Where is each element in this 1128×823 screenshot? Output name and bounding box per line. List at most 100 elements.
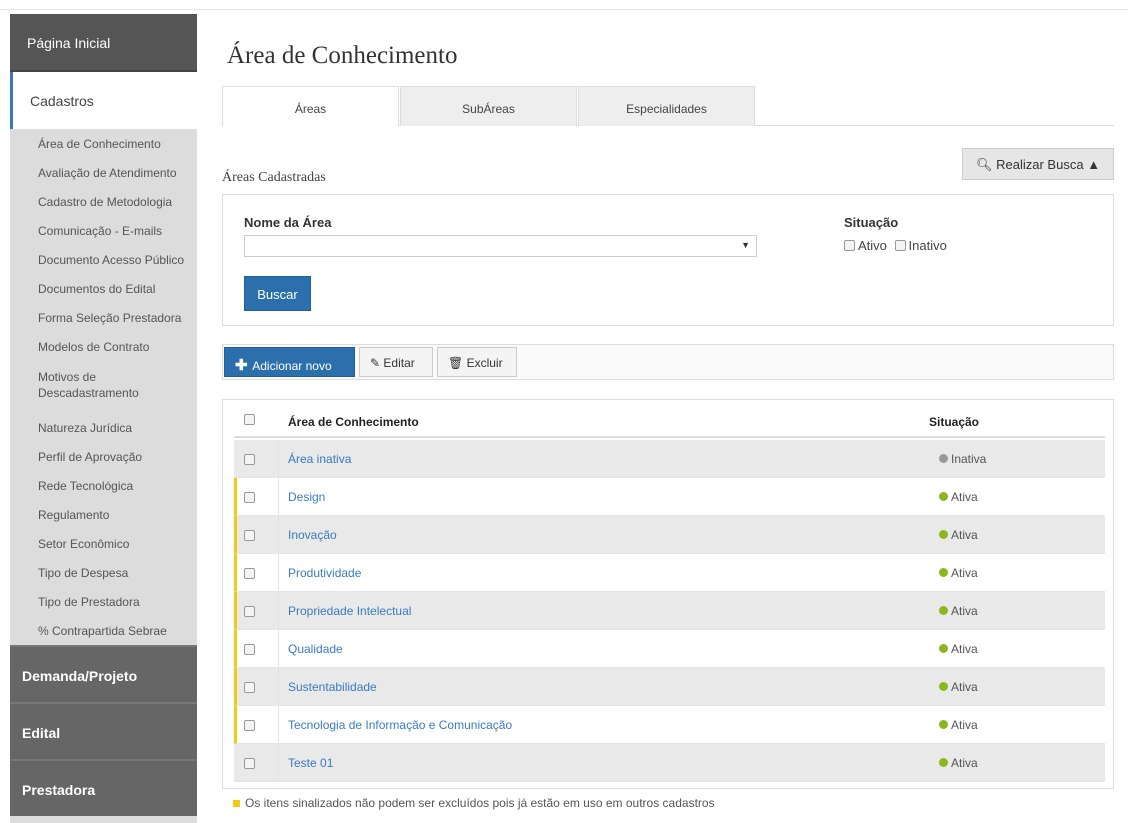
- sidebar-subitem-tipo-despesa[interactable]: Tipo de Despesa: [10, 558, 197, 587]
- sidebar-subitem-perfil-aprovacao[interactable]: Perfil de Aprovação: [10, 442, 197, 471]
- search-toggle-button[interactable]: 🔍︎ Realizar Busca ▲: [962, 148, 1114, 180]
- row-divider: [278, 516, 279, 554]
- row-status-text: Ativa: [951, 680, 978, 694]
- table-row[interactable]: Inovação Ativa: [234, 516, 1105, 554]
- add-new-label: Adicionar novo: [252, 359, 332, 373]
- row-area-name-link[interactable]: Área inativa: [288, 452, 351, 466]
- row-status-text: Ativa: [951, 642, 978, 656]
- row-area-name-link[interactable]: Produtividade: [288, 566, 361, 580]
- table-row[interactable]: Tecnologia de Informação e Comunicação At…: [234, 706, 1105, 744]
- status-dot-icon: [939, 492, 948, 501]
- sidebar-subitem-metodologia[interactable]: Cadastro de Metodologia: [10, 187, 197, 216]
- sidebar-subitem-natureza-juridica[interactable]: Natureza Jurídica: [10, 413, 197, 442]
- status-label: Situação: [844, 215, 899, 230]
- sidebar-item-prestadora[interactable]: Prestadora: [10, 759, 197, 816]
- row-status-text: Ativa: [951, 566, 978, 580]
- row-area-name-link[interactable]: Teste 01: [288, 756, 333, 770]
- row-status: Ativa: [939, 756, 978, 770]
- sidebar-subitem-modelos-contrato[interactable]: Modelos de Contrato: [10, 332, 197, 361]
- caret-down-icon: ▼: [741, 240, 750, 250]
- row-area-name-link[interactable]: Propriedade Intelectual: [288, 604, 411, 618]
- sidebar-subitem-documento-acesso[interactable]: Documento Acesso Público: [10, 245, 197, 274]
- table-row[interactable]: Propriedade Intelectual Ativa: [234, 592, 1105, 630]
- footnote-text: Os itens sinalizados não podem ser exclu…: [245, 796, 715, 810]
- column-header-area: Área de Conhecimento: [288, 415, 419, 429]
- table-row[interactable]: Produtividade Ativa: [234, 554, 1105, 592]
- areas-table: Área de Conhecimento Situação Área inati…: [222, 399, 1114, 789]
- row-divider: [278, 744, 279, 782]
- sidebar-subitem-contrapartida[interactable]: % Contrapartida Sebrae: [10, 616, 197, 645]
- sidebar-subitem-comunicacao[interactable]: Comunicação - E-mails: [10, 216, 197, 245]
- search-button[interactable]: Buscar: [244, 276, 311, 311]
- row-checkbox[interactable]: [244, 720, 255, 731]
- plus-icon: ✚: [235, 357, 248, 374]
- row-checkbox[interactable]: [244, 454, 255, 465]
- sidebar-subitem-documentos-edital[interactable]: Documentos do Edital: [10, 274, 197, 303]
- row-area-name-link[interactable]: Qualidade: [288, 642, 343, 656]
- row-area-name-link[interactable]: Design: [288, 490, 325, 504]
- row-checkbox[interactable]: [244, 568, 255, 579]
- status-dot-icon: [939, 530, 948, 539]
- top-bar: [0, 0, 1128, 10]
- sidebar-subitem-regulamento[interactable]: Regulamento: [10, 500, 197, 529]
- sidebar-subitem-rede-tecnologica[interactable]: Rede Tecnológica: [10, 471, 197, 500]
- select-all-checkbox[interactable]: [244, 414, 255, 425]
- column-header-status: Situação: [929, 415, 980, 429]
- sidebar-item-edital[interactable]: Edital: [10, 702, 197, 759]
- add-new-button[interactable]: ✚ Adicionar novo: [224, 347, 355, 377]
- row-checkbox[interactable]: [244, 758, 255, 769]
- tab-subareas[interactable]: SubÁreas: [400, 86, 577, 126]
- row-divider: [278, 630, 279, 668]
- row-area-name-link[interactable]: Sustentabilidade: [288, 680, 377, 694]
- row-status: Ativa: [939, 718, 978, 732]
- row-status-text: Ativa: [951, 528, 978, 542]
- sidebar-subitem-motivos[interactable]: Motivos de Descadastramento: [10, 361, 197, 413]
- row-status: Ativa: [939, 642, 978, 656]
- row-area-name-link[interactable]: Tecnologia de Informação e Comunicação: [288, 718, 512, 732]
- row-checkbox[interactable]: [244, 682, 255, 693]
- sidebar-subitem-area-conhecimento[interactable]: Área de Conhecimento: [10, 129, 197, 158]
- tab-bar: Áreas SubÁreas Especialidades: [222, 86, 1114, 127]
- sidebar-subitem-setor-economico[interactable]: Setor Econômico: [10, 529, 197, 558]
- sidebar-subitem-forma-selecao[interactable]: Forma Seleção Prestadora: [10, 303, 197, 332]
- filter-panel: Nome da Área ▼ Situação Ativo Inativo Bu…: [222, 194, 1114, 326]
- table-row[interactable]: Teste 01 Ativa: [234, 744, 1105, 782]
- row-status: Ativa: [939, 528, 978, 542]
- row-area-name-link[interactable]: Inovação: [288, 528, 337, 542]
- table-row[interactable]: Área inativa Inativa: [234, 440, 1105, 478]
- edit-button[interactable]: ✎ Editar: [359, 347, 433, 377]
- inactive-checkbox[interactable]: [894, 240, 906, 251]
- sidebar-item-cadastros[interactable]: Cadastros: [10, 72, 197, 129]
- status-dot-icon: [939, 720, 948, 729]
- row-divider: [278, 706, 279, 744]
- sidebar-subitem-tipo-prestadora[interactable]: Tipo de Prestadora: [10, 587, 197, 616]
- row-checkbox[interactable]: [244, 530, 255, 541]
- in-use-marker-legend: [233, 800, 240, 807]
- row-status-text: Inativa: [951, 452, 987, 466]
- status-dot-icon: [939, 568, 948, 577]
- row-checkbox[interactable]: [244, 644, 255, 655]
- sidebar-item-demanda-projeto[interactable]: Demanda/Projeto: [10, 645, 197, 702]
- row-divider: [278, 478, 279, 516]
- active-checkbox-label: Ativo: [858, 238, 887, 253]
- row-status: Ativa: [939, 680, 978, 694]
- table-row[interactable]: Design Ativa: [234, 478, 1105, 516]
- row-status-text: Ativa: [951, 756, 978, 770]
- row-checkbox[interactable]: [244, 606, 255, 617]
- area-name-label: Nome da Área: [244, 215, 332, 230]
- row-status: Ativa: [939, 490, 978, 504]
- status-dot-icon: [939, 454, 948, 463]
- status-dot-icon: [939, 644, 948, 653]
- sidebar-submenu: Área de Conhecimento Avaliação de Atendi…: [10, 129, 197, 645]
- area-name-select[interactable]: ▼: [244, 235, 757, 257]
- delete-button[interactable]: 🗑︎ Excluir: [437, 347, 517, 377]
- sidebar: Página Inicial Cadastros Área de Conheci…: [10, 14, 197, 823]
- tab-areas[interactable]: Áreas: [222, 86, 399, 127]
- table-row[interactable]: Qualidade Ativa: [234, 630, 1105, 668]
- active-checkbox[interactable]: [844, 240, 855, 251]
- table-row[interactable]: Sustentabilidade Ativa: [234, 668, 1105, 706]
- row-checkbox[interactable]: [244, 492, 255, 503]
- sidebar-subitem-avaliacao-atendimento[interactable]: Avaliação de Atendimento: [10, 158, 197, 187]
- tab-especialidades[interactable]: Especialidades: [578, 86, 755, 126]
- sidebar-item-home[interactable]: Página Inicial: [10, 14, 197, 72]
